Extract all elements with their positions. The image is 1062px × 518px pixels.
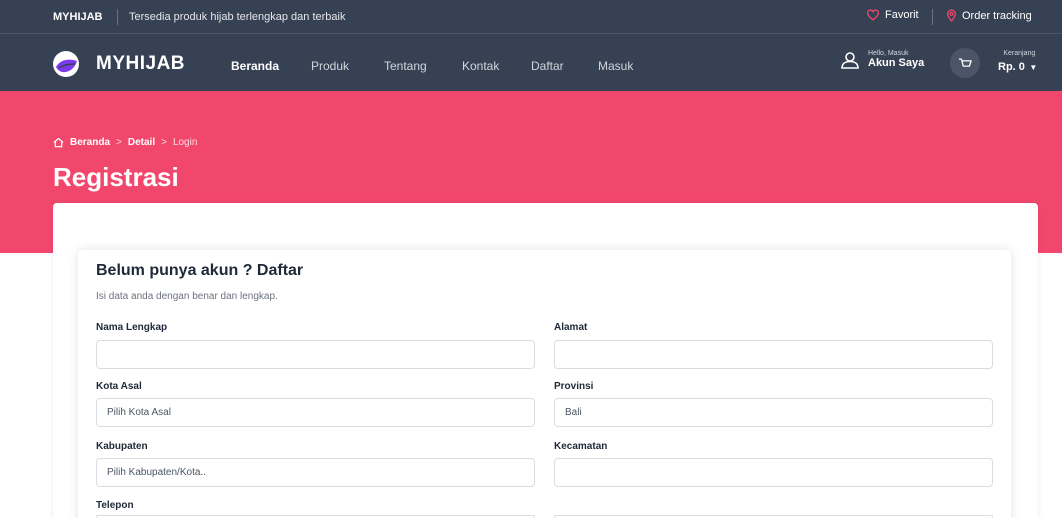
provinsi-selected: Bali (565, 407, 582, 418)
main-navbar: MYHIJAB Beranda Produk Tentang Kontak Da… (0, 34, 1062, 91)
provinsi-select[interactable]: Bali (554, 398, 993, 427)
topbar-brand: MYHIJAB (53, 11, 103, 23)
cart-icon (958, 57, 972, 67)
favorite-link[interactable]: Favorit (866, 9, 919, 21)
nav-item-produk[interactable]: Produk (311, 59, 349, 73)
account-greeting: Hello, Masuk (868, 50, 909, 57)
form-subtitle: Isi data anda dengan benar dan lengkap. (96, 291, 278, 302)
nav-item-beranda[interactable]: Beranda (231, 59, 279, 73)
topbar-divider-2 (932, 9, 933, 25)
favorite-label: Favorit (885, 9, 919, 21)
breadcrumb: Beranda > Detail > Login (53, 137, 197, 148)
chevron-down-icon: ▼ (1029, 63, 1038, 72)
account-menu[interactable]: Hello, Masuk Akun Saya (840, 50, 924, 69)
nav-item-tentang[interactable]: Tentang (384, 59, 427, 73)
page-title: Registrasi (53, 162, 179, 192)
brand-logo-text[interactable]: MYHIJAB (96, 53, 185, 75)
heart-icon (866, 9, 880, 21)
telepon-label: Telepon (96, 500, 134, 511)
nama-lengkap-label: Nama Lengkap (96, 322, 168, 333)
form-title: Belum punya akun ? Daftar (96, 262, 304, 279)
kota-asal-select[interactable]: Pilih Kota Asal (96, 398, 535, 427)
topbar-divider (117, 9, 118, 25)
kabupaten-label: Kabupaten (96, 441, 148, 452)
breadcrumb-detail[interactable]: Detail (128, 137, 155, 148)
order-tracking-link[interactable]: Order tracking (946, 9, 1032, 22)
nav-item-masuk[interactable]: Masuk (598, 59, 633, 73)
brand-logo-icon[interactable] (53, 51, 79, 77)
breadcrumb-separator-icon: > (161, 137, 167, 148)
topbar-tagline: Tersedia produk hijab terlengkap dan ter… (129, 11, 346, 23)
nama-lengkap-input[interactable] (96, 340, 535, 369)
home-icon (53, 137, 64, 148)
breadcrumb-separator-icon: > (116, 137, 122, 148)
user-icon (841, 51, 859, 69)
kabupaten-selected: Pilih Kabupaten/Kota.. (107, 467, 206, 478)
provinsi-label: Provinsi (554, 381, 594, 392)
alamat-input[interactable] (554, 340, 993, 369)
kota-asal-label: Kota Asal (96, 381, 142, 392)
location-pin-icon (947, 9, 956, 22)
account-label: Akun Saya (868, 57, 925, 69)
cart-button[interactable] (950, 48, 980, 78)
nav-item-kontak[interactable]: Kontak (462, 59, 499, 73)
kota-asal-selected: Pilih Kota Asal (107, 407, 171, 418)
cart-summary[interactable]: Keranjang Rp. 0 ▼ (998, 50, 1037, 75)
order-tracking-label: Order tracking (962, 9, 1032, 22)
breadcrumb-beranda[interactable]: Beranda (70, 137, 110, 148)
kabupaten-select[interactable]: Pilih Kabupaten/Kota.. (96, 458, 535, 487)
nav-item-daftar[interactable]: Daftar (531, 59, 564, 73)
cart-total: Rp. 0 (998, 61, 1025, 73)
top-bar: MYHIJAB Tersedia produk hijab terlengkap… (0, 0, 1062, 34)
kecamatan-label: Kecamatan (554, 441, 608, 452)
kecamatan-select[interactable] (554, 458, 993, 487)
alamat-label: Alamat (554, 322, 588, 333)
cart-caption: Keranjang (1003, 50, 1036, 57)
breadcrumb-current: Login (172, 137, 198, 148)
